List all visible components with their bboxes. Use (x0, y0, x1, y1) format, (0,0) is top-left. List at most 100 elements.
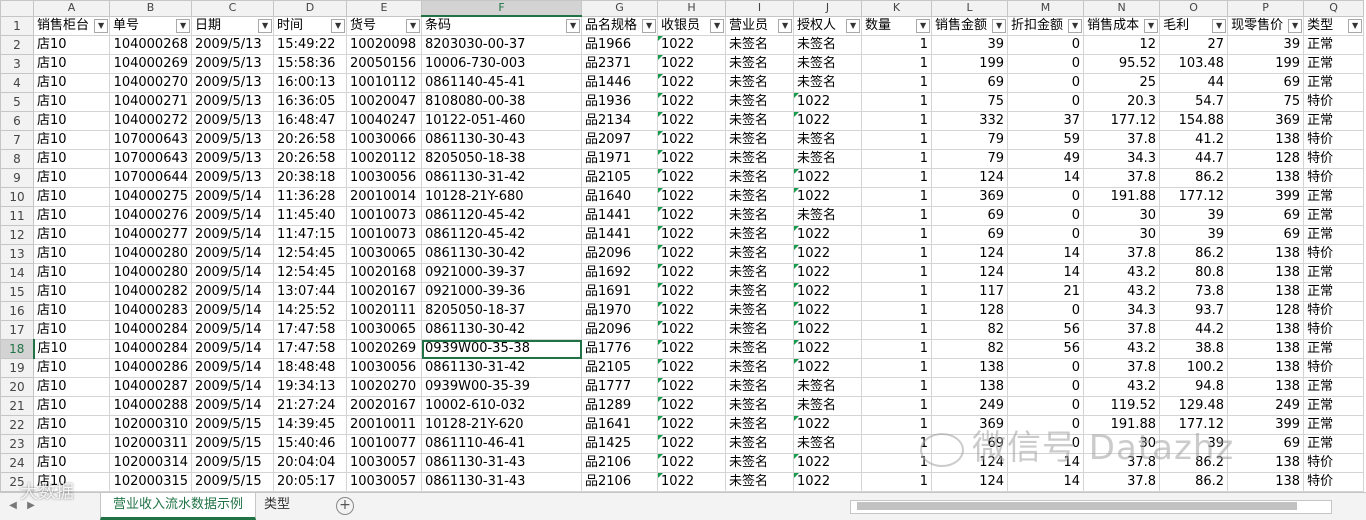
filter-dropdown-icon[interactable]: ▼ (642, 18, 657, 33)
table-cell[interactable]: 54.7 (1159, 92, 1229, 112)
table-cell[interactable]: 1 (861, 377, 933, 397)
table-cell[interactable]: 店10 (32, 377, 111, 397)
table-cell[interactable]: 0939W00-35-38 (421, 339, 583, 359)
table-cell[interactable]: 21 (1007, 282, 1085, 302)
table-cell[interactable]: 10020112 (346, 149, 423, 169)
table-cell[interactable]: 2009/5/15 (191, 434, 275, 454)
table-cell[interactable]: 43.2 (1083, 263, 1161, 283)
table-cell[interactable]: 10030065 (346, 244, 423, 264)
table-cell[interactable]: 2009/5/14 (191, 320, 275, 340)
row-header[interactable]: 13 (0, 244, 34, 264)
tab-sheet-1[interactable]: 营业收入流水数据示例 (100, 493, 257, 520)
table-cell[interactable]: 未签名 (793, 35, 863, 55)
table-cell[interactable]: 店10 (32, 187, 111, 207)
table-cell[interactable]: 品2371 (581, 54, 659, 74)
table-cell[interactable]: 104000272 (109, 111, 193, 131)
table-cell[interactable]: 未签名 (793, 73, 863, 93)
filter-dropdown-icon[interactable]: ▼ (176, 18, 191, 33)
filter-dropdown-icon[interactable]: ▼ (406, 18, 421, 33)
table-cell[interactable]: 10122-051-460 (421, 111, 583, 131)
table-cell[interactable]: 品2105 (581, 358, 659, 378)
table-cell[interactable]: 20010011 (346, 415, 423, 435)
filter-dropdown-icon[interactable]: ▼ (566, 19, 581, 33)
table-cell[interactable]: 12:54:45 (273, 244, 348, 264)
table-cell[interactable]: 1 (861, 339, 933, 359)
table-cell[interactable]: 1022 (793, 339, 863, 359)
table-cell[interactable]: 品1936 (581, 92, 659, 112)
table-cell[interactable]: 249 (931, 396, 1009, 416)
table-cell[interactable]: 56 (1007, 320, 1085, 340)
table-cell[interactable]: 10030056 (346, 358, 423, 378)
table-cell[interactable]: 14:25:52 (273, 301, 348, 321)
table-cell[interactable]: 品1970 (581, 301, 659, 321)
table-cell[interactable]: 103.48 (1159, 54, 1229, 74)
table-cell[interactable]: 37.8 (1083, 358, 1161, 378)
table-cell[interactable]: 2009/5/14 (191, 263, 275, 283)
table-cell[interactable]: 1022 (793, 472, 863, 492)
table-cell[interactable]: 正常 (1303, 35, 1365, 55)
table-cell[interactable]: 138 (931, 377, 1009, 397)
filter-dropdown-icon[interactable]: ▼ (331, 18, 346, 33)
table-cell[interactable]: 21:27:24 (273, 396, 348, 416)
table-cell[interactable]: 0 (1007, 206, 1085, 226)
row-header[interactable]: 18 (0, 339, 35, 359)
column-header-O[interactable]: O (1159, 0, 1229, 17)
table-cell[interactable]: 未签名 (725, 263, 795, 283)
table-cell[interactable]: 10020269 (346, 339, 423, 359)
table-cell[interactable]: 正常 (1303, 377, 1365, 397)
field-header-cell[interactable]: 货号 ▼ (346, 15, 423, 36)
table-cell[interactable]: 店10 (32, 149, 111, 169)
table-cell[interactable]: 20:26:58 (273, 130, 348, 150)
table-cell[interactable]: 80.8 (1159, 263, 1229, 283)
table-cell[interactable]: 44 (1159, 73, 1229, 93)
table-cell[interactable]: 10030057 (346, 472, 423, 492)
table-cell[interactable]: 品2106 (581, 453, 659, 473)
table-cell[interactable]: 30 (1083, 206, 1161, 226)
table-cell[interactable]: 19:34:13 (273, 377, 348, 397)
table-cell[interactable]: 未签名 (725, 377, 795, 397)
filter-dropdown-icon[interactable]: ▼ (778, 18, 793, 33)
table-cell[interactable]: 37 (1007, 111, 1085, 131)
table-cell[interactable]: 1022 (793, 263, 863, 283)
table-cell[interactable]: 15:40:46 (273, 434, 348, 454)
table-cell[interactable]: 10020270 (346, 377, 423, 397)
table-cell[interactable]: 10040247 (346, 111, 423, 131)
table-cell[interactable]: 12:54:45 (273, 263, 348, 283)
table-cell[interactable]: 49 (1007, 149, 1085, 169)
table-cell[interactable]: 1022 (657, 130, 727, 150)
table-cell[interactable]: 43.2 (1083, 377, 1161, 397)
table-cell[interactable]: 10010112 (346, 73, 423, 93)
table-cell[interactable]: 0 (1007, 54, 1085, 74)
column-header-N[interactable]: N (1083, 0, 1161, 17)
table-cell[interactable]: 店10 (32, 130, 111, 150)
table-cell[interactable]: 69 (1227, 206, 1305, 226)
row-header[interactable]: 23 (0, 434, 34, 454)
table-cell[interactable]: 0861120-45-42 (421, 206, 583, 226)
table-cell[interactable]: 0 (1007, 377, 1085, 397)
table-cell[interactable]: 1022 (657, 453, 727, 473)
table-cell[interactable]: 正常 (1303, 396, 1365, 416)
table-cell[interactable]: 1022 (793, 282, 863, 302)
table-cell[interactable]: 1 (861, 111, 933, 131)
filter-dropdown-icon[interactable]: ▼ (94, 18, 109, 33)
horizontal-scrollbar[interactable] (850, 500, 1332, 514)
table-cell[interactable]: 店10 (32, 35, 111, 55)
field-header-cell[interactable]: 销售成本 ▼ (1083, 15, 1161, 36)
table-cell[interactable]: 10010073 (346, 206, 423, 226)
table-cell[interactable]: 138 (1227, 453, 1305, 473)
table-cell[interactable]: 369 (931, 187, 1009, 207)
table-cell[interactable]: 11:47:15 (273, 225, 348, 245)
table-cell[interactable]: 154.88 (1159, 111, 1229, 131)
column-header-J[interactable]: J (793, 0, 863, 17)
field-header-cell[interactable]: 品名规格 ▼ (581, 15, 659, 36)
row-header[interactable]: 14 (0, 263, 34, 283)
table-cell[interactable]: 37.8 (1083, 320, 1161, 340)
select-all-corner[interactable] (0, 0, 34, 17)
table-cell[interactable]: 1022 (657, 358, 727, 378)
table-cell[interactable]: 2009/5/15 (191, 415, 275, 435)
table-cell[interactable]: 特价 (1303, 301, 1365, 321)
table-cell[interactable]: 1022 (793, 92, 863, 112)
table-cell[interactable]: 128 (1227, 149, 1305, 169)
row-header[interactable]: 7 (0, 130, 34, 150)
table-cell[interactable]: 93.7 (1159, 301, 1229, 321)
